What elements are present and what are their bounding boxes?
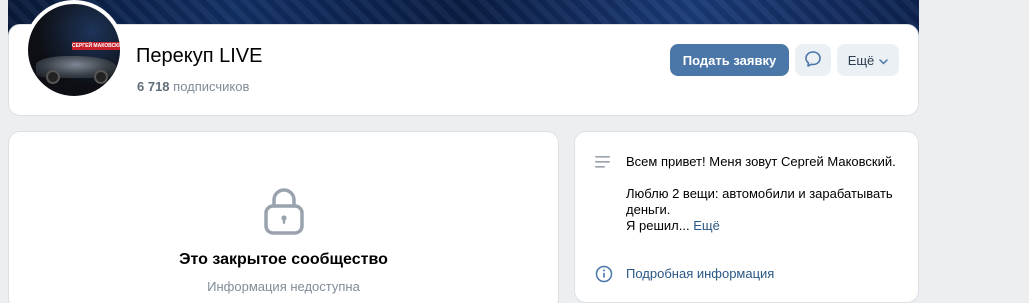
- closed-group-subtitle: Информация недоступна: [207, 279, 360, 294]
- avatar-badge: СЕРГЕЙ МАКОВСКИЙ: [72, 42, 120, 50]
- subscribers-number: 6 718: [137, 79, 170, 94]
- more-label: Ещё: [847, 52, 875, 68]
- avatar-wheel: [46, 70, 60, 84]
- more-button[interactable]: Ещё: [837, 44, 899, 76]
- chevron-down-icon: [879, 53, 889, 68]
- message-icon: [803, 49, 823, 72]
- group-title: Перекуп LIVE: [136, 45, 263, 67]
- apply-button[interactable]: Подать заявку: [670, 44, 789, 76]
- description-line: Люблю 2 вещи: автомобили и зарабатывать …: [626, 186, 893, 217]
- description-line-last: Я решил... Ещё: [626, 218, 908, 234]
- avatar[interactable]: СЕРГЕЙ МАКОВСКИЙ: [24, 0, 124, 100]
- subscribers-label: подписчиков: [173, 79, 250, 94]
- subscribers-count[interactable]: 6 718 подписчиков: [137, 79, 249, 94]
- description-truncated: Я решил...: [626, 218, 690, 233]
- closed-group-title: Это закрытое сообщество: [179, 251, 388, 268]
- avatar-wheel: [94, 70, 108, 84]
- info-icon: [595, 265, 613, 283]
- avatar-glow: [28, 4, 120, 96]
- group-description: Всем привет! Меня зовут Сергей Маковский…: [626, 154, 908, 234]
- message-button[interactable]: [795, 44, 831, 76]
- description-icon: [595, 155, 611, 169]
- description-more-link[interactable]: Ещё: [693, 218, 720, 233]
- lock-icon: [262, 186, 306, 236]
- details-link[interactable]: Подробная информация: [626, 266, 774, 281]
- description-line: Всем привет! Меня зовут Сергей Маковский…: [626, 154, 896, 169]
